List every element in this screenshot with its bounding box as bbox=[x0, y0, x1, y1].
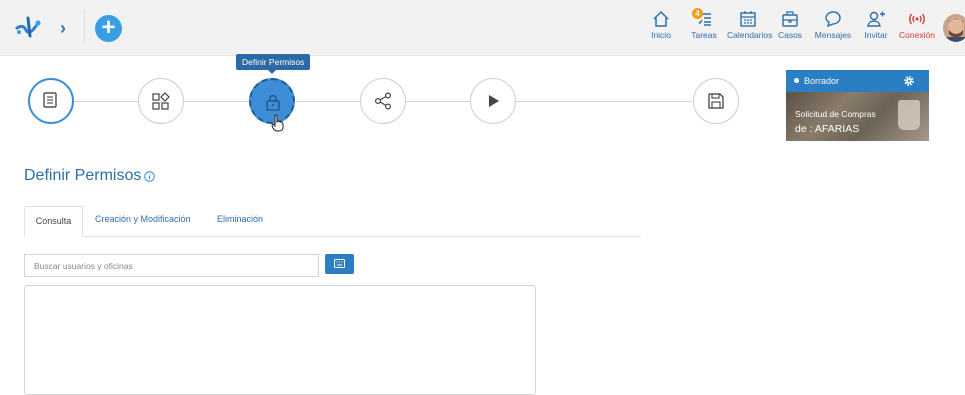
avatar[interactable] bbox=[943, 14, 965, 42]
lock-icon bbox=[266, 95, 280, 111]
step-shapes[interactable] bbox=[138, 78, 184, 124]
nav-inicio[interactable]: Inicio bbox=[646, 10, 676, 46]
step-form[interactable] bbox=[28, 78, 74, 124]
nav-label: Inicio bbox=[651, 30, 671, 40]
app-logo-icon[interactable] bbox=[14, 14, 44, 42]
info-icon[interactable] bbox=[144, 171, 155, 182]
tooltip-arrow bbox=[268, 70, 276, 74]
keyboard-icon bbox=[334, 259, 345, 268]
chat-bubble-icon bbox=[825, 11, 841, 28]
nav-label: Conexión bbox=[899, 30, 935, 40]
nav-mensajes[interactable]: Mensajes bbox=[814, 10, 852, 46]
nav-label: Calendarios bbox=[727, 30, 773, 40]
play-icon bbox=[489, 95, 499, 107]
nav-tareas[interactable]: 4 Tareas bbox=[689, 8, 719, 46]
tabs-divider bbox=[24, 236, 641, 237]
home-icon bbox=[653, 10, 669, 27]
nav-label: Casos bbox=[777, 30, 803, 40]
tab-consulta[interactable]: Consulta bbox=[24, 206, 83, 237]
share-icon bbox=[374, 92, 392, 110]
step-tooltip: Definir Permisos bbox=[236, 54, 311, 70]
permissions-list[interactable] bbox=[24, 285, 536, 395]
nav-casos[interactable]: Casos bbox=[777, 10, 803, 46]
nav-calendarios[interactable]: Calendarios bbox=[727, 10, 773, 46]
shapes-icon bbox=[152, 92, 170, 110]
nav-label: Invitar bbox=[864, 30, 888, 40]
nav-label: Tareas bbox=[691, 30, 717, 40]
step-connector bbox=[184, 101, 250, 102]
pointer-cursor-icon bbox=[271, 114, 284, 132]
nav-conexion[interactable]: Conexión bbox=[899, 10, 935, 46]
add-user-icon bbox=[867, 11, 885, 27]
step-connector bbox=[296, 101, 360, 102]
form-icon bbox=[43, 92, 57, 108]
search-input[interactable] bbox=[24, 254, 319, 277]
nav-invitar[interactable]: Invitar bbox=[863, 10, 889, 46]
chevron-right-icon[interactable]: › bbox=[60, 18, 74, 38]
divider bbox=[84, 10, 85, 44]
step-permissions[interactable] bbox=[249, 78, 295, 132]
tab-eliminacion[interactable]: Eliminación bbox=[217, 214, 263, 224]
briefcase-icon bbox=[782, 11, 798, 27]
step-connector bbox=[74, 101, 138, 102]
coffee-cup-image bbox=[898, 100, 920, 130]
tasks-badge: 4 bbox=[692, 8, 703, 19]
status-label: Borrador bbox=[804, 76, 840, 86]
search-options-button[interactable] bbox=[325, 254, 354, 274]
gear-icon[interactable] bbox=[903, 75, 915, 87]
add-button[interactable]: + bbox=[95, 15, 122, 42]
tab-creacion-modificacion[interactable]: Creación y Modificación bbox=[95, 214, 191, 224]
step-share[interactable] bbox=[360, 78, 406, 124]
status-dot-icon bbox=[794, 78, 799, 83]
step-save[interactable] bbox=[693, 78, 739, 124]
process-name: Solicitud de Compras bbox=[795, 109, 876, 119]
step-connector bbox=[516, 101, 693, 102]
calendar-icon bbox=[740, 11, 756, 27]
status-card-image: Solicitud de Compras de : AFARIAS bbox=[786, 92, 929, 141]
step-connector bbox=[406, 101, 470, 102]
nav-label: Mensajes bbox=[814, 30, 852, 40]
step-play[interactable] bbox=[470, 78, 516, 124]
wireless-icon bbox=[909, 13, 925, 25]
page-title: Definir Permisos bbox=[24, 167, 142, 184]
save-icon bbox=[708, 93, 724, 109]
top-bar: › + Inicio 4 Tareas Calendarios Casos Me… bbox=[0, 0, 965, 56]
status-card[interactable]: Borrador Solicitud de Compras de : AFARI… bbox=[786, 70, 929, 141]
process-owner: de : AFARIAS bbox=[795, 123, 860, 135]
